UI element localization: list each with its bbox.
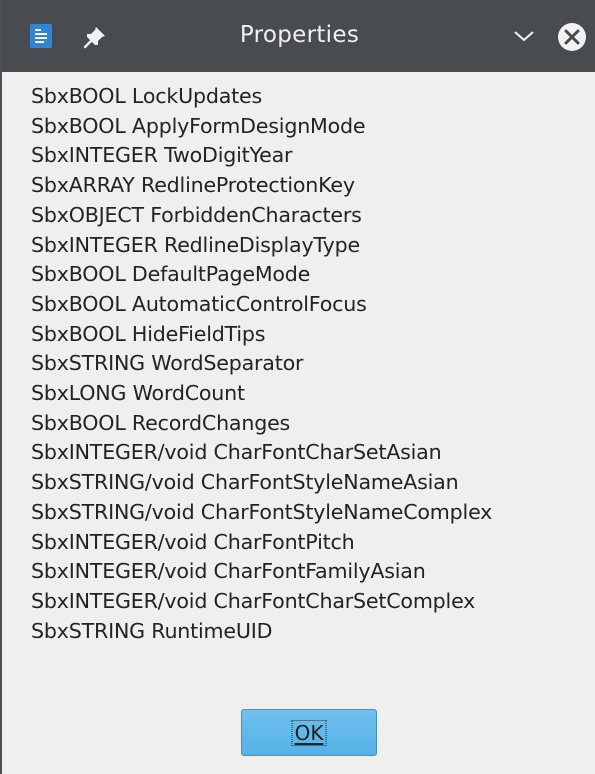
list-item: SbxARRAY RedlineProtectionKey: [31, 173, 355, 198]
list-item: SbxBOOL DefaultPageMode: [31, 262, 311, 287]
list-item: SbxSTRING RuntimeUID: [31, 618, 273, 643]
title-bar[interactable]: Properties: [2, 0, 595, 72]
list-item: SbxINTEGER TwoDigitYear: [31, 143, 293, 168]
window-title: Properties: [239, 22, 360, 48]
list-item: SbxLONG WordCount: [31, 381, 245, 406]
list-item: SbxBOOL HideFieldTips: [31, 321, 266, 346]
list-item: SbxINTEGER/void CharFontPitch: [31, 529, 355, 554]
list-item: SbxINTEGER/void CharFontCharSetComplex: [31, 588, 476, 613]
close-icon[interactable]: [557, 22, 587, 52]
list-item: SbxOBJECT ForbiddenCharacters: [31, 202, 362, 227]
list-item: SbxINTEGER/void CharFontCharSetAsian: [31, 440, 442, 465]
list-item: SbxBOOL ApplyFormDesignMode: [31, 113, 366, 138]
list-item: SbxBOOL LockUpdates: [31, 84, 263, 108]
ok-button-label: OK: [291, 719, 327, 746]
property-list: SbxBOOL LockUpdates SbxBOOL ApplyFormDes…: [31, 82, 492, 646]
list-item: SbxBOOL RecordChanges: [31, 410, 291, 435]
chevron-down-icon[interactable]: [512, 27, 536, 45]
list-item: SbxBOOL AutomaticControlFocus: [31, 291, 367, 316]
list-item: SbxSTRING/void CharFontStyleNameComplex: [31, 499, 493, 524]
list-item: SbxSTRING/void CharFontStyleNameAsian: [31, 470, 459, 495]
list-item: SbxINTEGER RedlineDisplayType: [31, 232, 360, 257]
list-item: SbxSTRING WordSeparator: [31, 351, 304, 376]
ok-button[interactable]: OK: [241, 709, 377, 756]
list-item: SbxINTEGER/void CharFontFamilyAsian: [31, 559, 426, 584]
properties-dialog: Properties SbxBOOL LockUpdates SbxBOOL A…: [0, 0, 595, 774]
dialog-content: SbxBOOL LockUpdates SbxBOOL ApplyFormDes…: [4, 72, 595, 774]
